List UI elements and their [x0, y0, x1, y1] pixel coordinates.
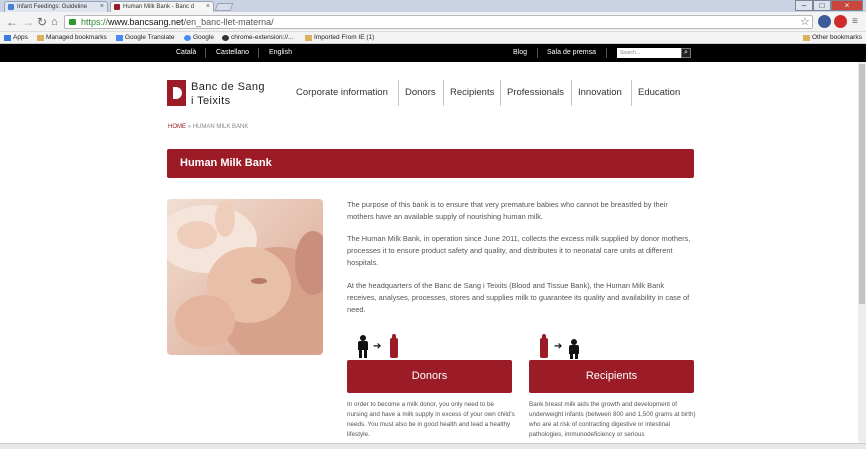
nav-corporate-information[interactable]: Corporate information — [296, 84, 388, 106]
bookmark-apps[interactable]: Apps — [4, 32, 28, 43]
donors-description: In order to become a milk donor, you onl… — [347, 401, 515, 438]
opera-icon[interactable] — [834, 15, 847, 28]
new-tab-button[interactable] — [214, 3, 234, 11]
site-search-input[interactable]: Search... — [617, 48, 691, 58]
bookmark-other[interactable]: Other bookmarks — [803, 32, 862, 43]
nav-innovation[interactable]: Innovation — [578, 84, 622, 106]
bookmark-label: Managed bookmarks — [46, 34, 107, 41]
photo-illustration — [167, 199, 323, 355]
breadcrumb-home[interactable]: HOME — [168, 124, 186, 130]
breadcrumb-current: HUMAN MILK BANK — [192, 124, 249, 130]
nav-divider — [443, 80, 444, 106]
apps-grid-icon — [4, 35, 11, 41]
url-host: www.bancsang.net — [108, 17, 184, 27]
url-path: /en_banc-llet-materna/ — [183, 17, 274, 27]
nav-divider — [500, 80, 501, 106]
nav-donors[interactable]: Donors — [405, 84, 436, 106]
bottle-to-recipient-icon: ➔ — [540, 333, 584, 359]
recipients-description: Bank breast milk aids the growth and dev… — [529, 401, 696, 438]
url-scheme: https:// — [81, 17, 109, 27]
address-bar[interactable]: https://www.bancsang.net/en_banc-llet-ma… — [64, 15, 813, 29]
folder-icon — [803, 35, 810, 41]
close-tab-icon[interactable]: × — [100, 2, 104, 12]
tab-human-milk-bank[interactable]: Human Milk Bank - Banc d × — [110, 1, 214, 12]
logo-mark-icon[interactable] — [167, 80, 186, 106]
bookmark-google[interactable]: Google — [184, 32, 214, 43]
minimize-button[interactable]: – — [795, 0, 813, 11]
scrollbar-thumb[interactable] — [859, 64, 865, 304]
nav-divider — [631, 80, 632, 106]
bookmark-google-translate[interactable]: Google Translate — [116, 32, 175, 43]
recipients-button[interactable]: Recipients — [529, 360, 694, 393]
maximize-button[interactable]: □ — [813, 0, 831, 11]
operation-paragraph: The Human Milk Bank, in operation since … — [347, 234, 691, 267]
lang-castellano[interactable]: Castellano — [216, 44, 249, 62]
intro-paragraph: The purpose of this bank is to ensure th… — [347, 200, 668, 221]
bookmark-imported[interactable]: Imported From IE (1) — [305, 32, 374, 43]
divider — [205, 48, 206, 58]
bookmark-label: Google Translate — [125, 34, 175, 41]
search-icon[interactable]: ⌕ — [681, 48, 691, 58]
divider — [606, 48, 607, 58]
blog-link[interactable]: Blog — [513, 44, 527, 62]
nav-recipients[interactable]: Recipients — [450, 84, 494, 106]
tab-title: Human Milk Bank - Banc d — [123, 4, 195, 10]
bookmark-managed[interactable]: Managed bookmarks — [37, 32, 107, 43]
browser-window: Infant Feedings: Guideline × Human Milk … — [0, 0, 866, 449]
google-icon — [184, 35, 191, 41]
bookmark-star-icon[interactable]: ☆ — [800, 14, 810, 30]
folder-icon — [305, 35, 312, 41]
baby-breastfeeding-photo — [167, 199, 323, 355]
forward-arrow-icon[interactable]: → — [22, 14, 34, 30]
page-title: Human Milk Bank — [180, 157, 272, 169]
extension-icon — [222, 35, 229, 41]
menu-icon[interactable]: ≡ — [852, 14, 858, 30]
close-window-button[interactable]: × — [831, 0, 863, 11]
donor-to-bottle-icon: ➔ — [358, 333, 402, 359]
page-title-bar: Human Milk Bank — [167, 149, 694, 178]
bookmark-label: Apps — [13, 34, 28, 41]
tab-title: Infant Feedings: Guideline — [17, 4, 88, 10]
press-room-link[interactable]: Sala de premsa — [547, 44, 596, 62]
home-icon[interactable]: ⌂ — [51, 14, 58, 30]
nav-divider — [571, 80, 572, 106]
breadcrumb: HOME » HUMAN MILK BANK — [168, 124, 248, 130]
divider — [258, 48, 259, 58]
logo-text-line1[interactable]: Banc de Sang — [191, 81, 265, 93]
nav-divider — [398, 80, 399, 106]
lock-icon — [69, 19, 76, 25]
folder-icon — [37, 35, 44, 41]
bookmarks-bar: Apps Managed bookmarks Google Translate … — [0, 32, 866, 44]
site-favicon-icon — [114, 4, 120, 10]
extension-icon[interactable] — [818, 15, 831, 28]
bookmark-label: chrome-extension://... — [231, 34, 294, 41]
reload-icon[interactable]: ↻ — [37, 14, 47, 30]
nav-professionals[interactable]: Professionals — [507, 84, 564, 106]
nav-education[interactable]: Education — [638, 84, 680, 106]
translate-icon — [116, 35, 123, 41]
bookmark-label: Google — [193, 34, 214, 41]
donors-button[interactable]: Donors — [347, 360, 512, 393]
status-bar — [0, 443, 866, 449]
divider — [537, 48, 538, 58]
google-favicon-icon — [8, 4, 14, 10]
headquarters-paragraph: At the headquarters of the Banc de Sang … — [347, 281, 690, 314]
breadcrumb-separator: » — [187, 124, 192, 130]
bookmark-label: Other bookmarks — [812, 34, 862, 41]
lang-catala[interactable]: Català — [176, 44, 196, 62]
bookmark-chrome-extension[interactable]: chrome-extension://... — [222, 32, 294, 43]
site-topbar: Català Castellano English Blog Sala de p… — [0, 44, 866, 62]
tab-strip: Infant Feedings: Guideline × Human Milk … — [0, 0, 866, 12]
back-arrow-icon[interactable]: ← — [6, 14, 18, 30]
tab-infant-feedings[interactable]: Infant Feedings: Guideline × — [4, 1, 108, 12]
bookmark-label: Imported From IE (1) — [314, 34, 375, 41]
logo-text-line2[interactable]: i Teixits — [191, 95, 230, 107]
lang-english[interactable]: English — [269, 44, 292, 62]
close-tab-icon[interactable]: × — [206, 2, 210, 12]
browser-toolbar: ← → ↻ ⌂ https://www.bancsang.net/en_banc… — [0, 12, 866, 32]
